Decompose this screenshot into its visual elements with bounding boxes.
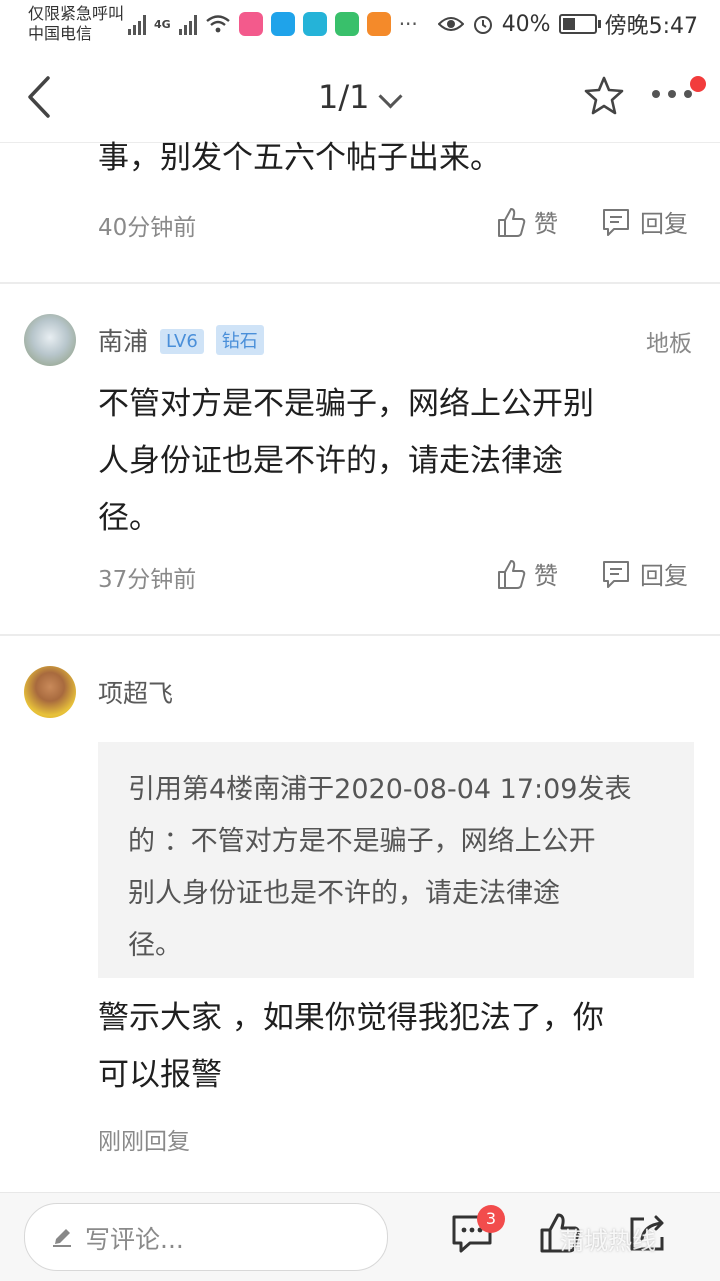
signal-icon-2 — [178, 13, 197, 35]
clock: 傍晚5:47 — [604, 14, 698, 39]
quote-line: 引用第4楼南浦于2020-08-04 17:09发表 — [128, 774, 632, 805]
more-options-icon[interactable] — [652, 90, 692, 98]
comment-content: 不管对方是不是骗子，网络上公开别 人身份证也是不许的，请走法律途 径。 — [98, 376, 678, 547]
app-notification-icon — [238, 12, 263, 36]
content-line: 可以报警 — [98, 1057, 222, 1093]
emergency-only-text: 仅限紧急呼叫 — [28, 4, 125, 23]
battery-icon — [558, 14, 601, 34]
status-left: 仅限紧急呼叫 中国电信 — [28, 4, 124, 44]
quote-line: 的 ：不管对方是不是骗子，网络上公开 — [128, 826, 596, 857]
wifi-icon — [205, 15, 230, 33]
comment-icon — [603, 560, 629, 588]
quote-line: 别人身份证也是不许的，请走法律途 — [128, 878, 560, 909]
alarm-icon — [473, 16, 492, 34]
comment-time: 刚刚回复 — [98, 1129, 190, 1155]
like-label: 赞 — [534, 210, 558, 238]
network-type: 4G — [154, 17, 171, 31]
comment-time: 40分钟前 — [98, 215, 197, 241]
reply-label: 回复 — [640, 210, 688, 238]
like-button[interactable]: 赞 — [496, 556, 558, 591]
thumbs-up-icon — [498, 207, 526, 237]
pencil-icon — [53, 1229, 71, 1247]
top-nav-bar: 1/1 — [0, 50, 720, 142]
notification-dot — [690, 76, 706, 92]
content-line: 径。 — [98, 500, 160, 536]
app-notification-icon — [302, 12, 327, 36]
comment-count-badge: 3 — [477, 1205, 505, 1233]
app-notification-icon — [334, 12, 359, 36]
watermark: 蒲城热线 — [560, 1227, 656, 1255]
username[interactable]: 项超飞 — [98, 674, 173, 710]
app-notification-icon — [366, 12, 391, 36]
back-arrow-icon[interactable] — [20, 72, 60, 122]
status-right: 40% 傍晚5:47 — [437, 8, 698, 40]
page-indicator[interactable]: 1/1 — [318, 78, 370, 116]
app-notification-icon — [270, 12, 295, 36]
bottom-action-bar: 写评论... 3 蒲城热线 — [0, 1192, 720, 1281]
username-text: 项超飞 — [98, 679, 174, 708]
like-label: 赞 — [534, 562, 558, 590]
username-text: 南浦 — [98, 327, 149, 356]
reply-button[interactable]: 回复 — [600, 204, 688, 239]
battery-percent: 40% — [501, 11, 551, 37]
like-button[interactable]: 赞 — [496, 204, 558, 239]
carrier-text: 中国电信 — [28, 24, 93, 43]
content-line: 警示大家 ，如果你觉得我犯法了，你 — [98, 1000, 604, 1036]
avatar[interactable] — [24, 666, 76, 718]
favorite-star-icon[interactable] — [582, 74, 626, 118]
more-notifications-icon: ··· — [398, 12, 418, 36]
quote-line: 径。 — [128, 930, 182, 961]
username[interactable]: 南浦 LV6 钻石 — [98, 322, 264, 358]
eye-icon — [437, 17, 464, 31]
comment-content: 事，别发个五六个帖子出来。 — [98, 140, 501, 176]
status-bar: 仅限紧急呼叫 中国电信 4G ··· 40% 傍晚5:47 — [0, 0, 720, 50]
comment-placeholder: 写评论... — [85, 1225, 184, 1254]
comment-input[interactable]: 写评论... — [24, 1203, 388, 1271]
content-line: 人身份证也是不许的，请走法律途 — [98, 443, 563, 479]
comment-content: 警示大家 ，如果你觉得我犯法了，你 可以报警 — [98, 990, 678, 1104]
thumbs-up-icon — [498, 559, 526, 589]
reply-button[interactable]: 回复 — [600, 556, 688, 591]
comment-icon — [603, 208, 629, 236]
comment-divider — [0, 634, 720, 636]
quoted-comment: 引用第4楼南浦于2020-08-04 17:09发表 的 ：不管对方是不是骗子，… — [98, 742, 694, 978]
comment-time: 37分钟前 — [98, 567, 197, 593]
avatar[interactable] — [24, 314, 76, 366]
level-badge: LV6 — [159, 329, 204, 354]
floor-label: 地板 — [646, 331, 692, 357]
signal-icon — [128, 13, 146, 35]
status-icons: 4G ··· — [128, 10, 418, 38]
rank-badge: 钻石 — [215, 325, 264, 355]
chevron-down-icon[interactable] — [378, 84, 403, 109]
content-line: 不管对方是不是骗子，网络上公开别 — [98, 386, 594, 422]
comment-divider — [0, 282, 720, 284]
reply-label: 回复 — [640, 562, 688, 590]
